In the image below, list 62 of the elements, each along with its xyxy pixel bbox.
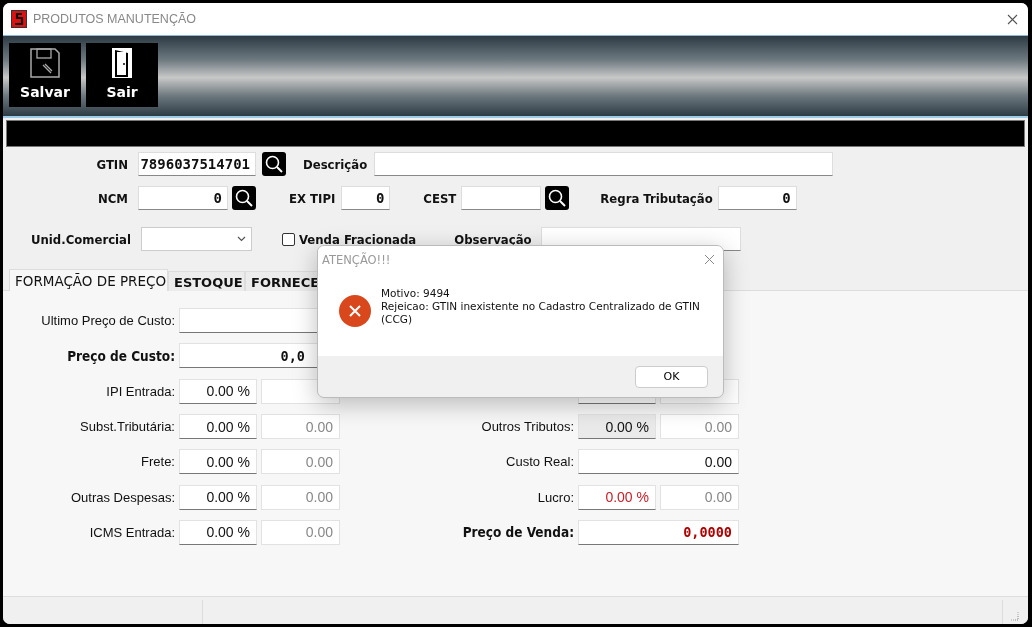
field-label: Descrição xyxy=(303,156,368,172)
amount-field[interactable]: 0.00 xyxy=(261,449,340,475)
field-label: Subst.Tributária: xyxy=(80,419,175,435)
ncm-field[interactable]: 0 xyxy=(138,186,228,210)
field-label: EX TIPI xyxy=(289,190,336,206)
percent-field[interactable]: 0.00 % xyxy=(179,449,257,475)
tab[interactable]: FORMAÇÃO DE PREÇO xyxy=(9,269,168,291)
field-label: CEST xyxy=(423,190,457,206)
app-logo-icon xyxy=(11,10,27,28)
field-label: Regra Tributação xyxy=(600,190,713,206)
amount-field[interactable]: 0.00 xyxy=(261,484,340,510)
description-field[interactable] xyxy=(374,152,834,176)
search-button[interactable] xyxy=(262,152,286,176)
search-button[interactable] xyxy=(545,186,570,210)
amount-field[interactable]: 0.00 xyxy=(261,519,340,545)
error-icon xyxy=(339,295,371,327)
ok-button[interactable]: OK xyxy=(635,365,708,388)
exit-button[interactable]: Sair xyxy=(86,43,158,107)
resize-grip-icon xyxy=(1009,611,1019,621)
field-label: ICMS Entrada: xyxy=(89,524,175,540)
percent-field[interactable]: 0.00 % xyxy=(179,414,257,440)
field-label: Observação xyxy=(454,231,532,247)
search-button[interactable] xyxy=(232,186,256,210)
field-label: NCM xyxy=(97,190,128,206)
dialog-message: Rejeicao: GTIN inexistente no Cadastro Centralizado de GTIN (CCG) xyxy=(381,300,701,326)
search-icon xyxy=(264,154,284,174)
save-button[interactable]: Salvar xyxy=(9,43,81,107)
search-icon xyxy=(234,188,254,208)
percent-field[interactable]: 0.00 % xyxy=(578,484,656,510)
price-field[interactable]: 0,0000 xyxy=(578,519,739,545)
checkbox-label: Venda Fracionada xyxy=(299,231,417,247)
field-label: Custo Real: xyxy=(506,454,574,470)
caret-icon xyxy=(237,236,246,242)
tax-rule-field[interactable]: 0 xyxy=(717,186,797,210)
window-title: PRODUTOS MANUTENÇÃO xyxy=(33,12,197,26)
amount-field[interactable]: 0.00 xyxy=(660,484,739,510)
dialog-title: ATENÇÃO!!! xyxy=(322,252,391,267)
field-label: Ultimo Preço de Custo: xyxy=(41,313,175,329)
amount-field[interactable]: 0.00 xyxy=(261,414,340,440)
field-label: Preço de Custo: xyxy=(67,346,175,366)
percent-field[interactable]: 0.00 % xyxy=(179,378,257,404)
tab[interactable]: ESTOQUE xyxy=(168,271,245,293)
cest-field[interactable] xyxy=(461,186,542,210)
ex-tipi-field[interactable]: 0 xyxy=(341,186,391,210)
field-label: Preço de Venda: xyxy=(462,523,574,543)
close-icon[interactable] xyxy=(704,254,715,265)
close-icon[interactable] xyxy=(1007,13,1018,25)
field-label: IPI Entrada: xyxy=(106,383,175,399)
field-label: Outras Despesas: xyxy=(70,489,175,505)
field-label: Frete: xyxy=(141,454,175,470)
field-label: Outros Tributos: xyxy=(481,419,574,435)
dialog-message: Motivo: 9494 xyxy=(381,287,451,300)
door-icon xyxy=(111,47,133,79)
field-label: Unid.Comercial xyxy=(31,231,130,247)
gtin-field[interactable]: 7896037514701 xyxy=(138,152,256,176)
percent-field[interactable]: 0.00 % xyxy=(179,519,257,545)
price-field[interactable]: 0.00 xyxy=(578,449,739,475)
percent-field[interactable]: 0.00 % xyxy=(179,484,257,510)
field-label: GTIN xyxy=(95,156,128,172)
search-icon xyxy=(547,188,568,208)
checkbox[interactable] xyxy=(282,232,295,246)
field-label: Lucro: xyxy=(537,489,574,505)
